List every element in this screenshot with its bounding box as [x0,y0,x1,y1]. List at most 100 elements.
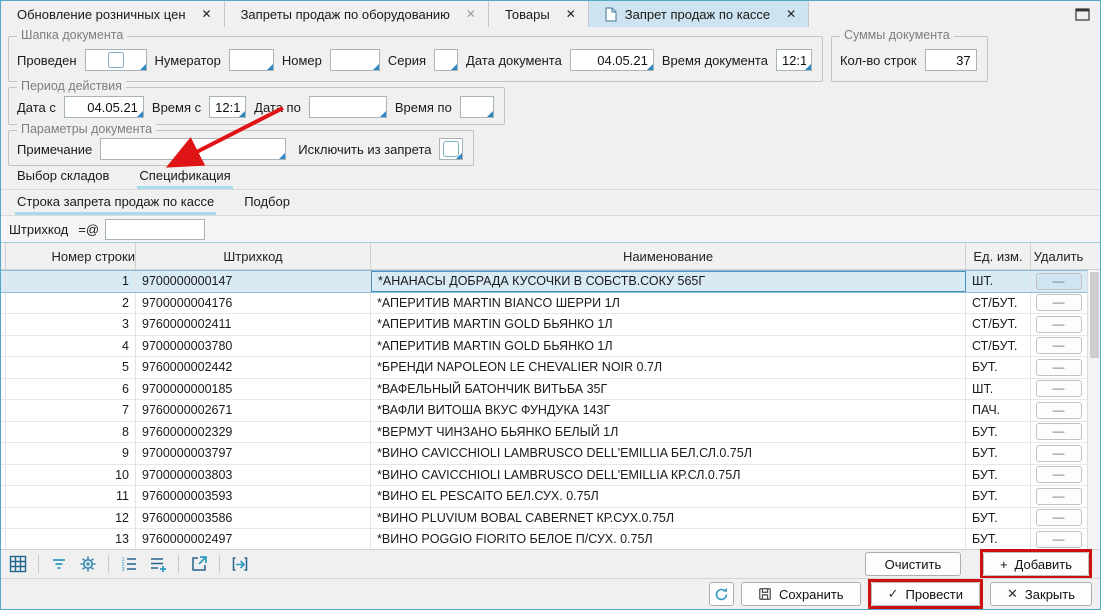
numbered-list-icon[interactable]: 123 [118,553,140,575]
section-tabs: Выбор складов Спецификация [1,166,1100,190]
save-button[interactable]: Сохранить [741,582,861,606]
tab-close-icon[interactable]: ✕ [464,6,478,22]
document-tab[interactable]: Запрет продаж по кассе✕ [589,1,809,27]
note-input[interactable] [100,138,286,160]
section-tab[interactable]: Выбор складов [15,166,111,189]
close-button[interactable]: ✕ Закрыть [990,582,1092,606]
table-row[interactable]: 109700000003803*ВИНО CAVICCHIOLI LAMBRUS… [1,465,1100,487]
export-icon[interactable] [188,553,210,575]
spec-tab[interactable]: Строка запрета продаж по кассе [15,192,216,215]
delete-row-button[interactable]: — [1036,488,1082,505]
exclude-label: Исключить из запрета [296,142,433,157]
doc-date-input[interactable] [570,49,654,71]
document-icon [605,7,617,22]
delete-row-button[interactable]: — [1036,445,1082,462]
table-row[interactable]: 69700000000185*ВАФЕЛЬНЫЙ БАТОНЧИК ВИТЬБА… [1,379,1100,401]
exclude-field[interactable] [439,138,463,160]
tab-close-icon[interactable]: ✕ [564,6,578,22]
col-header-delete[interactable]: Удалить [1031,243,1086,269]
unit-cell: БУТ. [966,357,1031,378]
reload-icon[interactable] [229,553,251,575]
scrollbar-thumb[interactable] [1090,272,1099,358]
table-row[interactable]: 49700000003780*АПЕРИТИВ MARTIN GOLD БЬЯН… [1,336,1100,358]
proveden-field[interactable] [85,49,147,71]
tab-close-icon[interactable]: ✕ [784,6,798,22]
nomer-input[interactable] [330,49,380,71]
line-number-cell: 4 [6,336,136,357]
table-row[interactable]: 59760000002442*БРЕНДИ NAPOLEON LE CHEVAL… [1,357,1100,379]
table-row[interactable]: 79760000002671*ВАФЛИ ВИТОША ВКУС ФУНДУКА… [1,400,1100,422]
table-row[interactable]: 119760000003593*ВИНО EL PESCAITO БЕЛ.СУХ… [1,486,1100,508]
window-maximize-icon[interactable] [1071,3,1093,25]
delete-row-button[interactable]: — [1036,359,1082,376]
delete-row-button[interactable]: — [1036,509,1082,526]
post-button-highlight: ✓ Провести [868,579,983,609]
line-number-cell: 7 [6,400,136,421]
numerator-input[interactable] [229,49,274,71]
refresh-button[interactable] [709,582,734,606]
time-to-label: Время по [393,100,454,115]
document-tab[interactable]: Товары✕ [489,1,589,27]
table-row[interactable]: 139760000002497*ВИНО POGGIO FIORITO БЕЛО… [1,529,1100,549]
barcode-cell: 9760000002329 [136,422,371,443]
line-number-cell: 13 [6,529,136,549]
row-count-input[interactable] [925,49,977,71]
delete-cell: — [1031,422,1086,443]
post-button[interactable]: ✓ Провести [871,582,980,606]
table-row[interactable]: 39760000002411*АПЕРИТИВ MARTIN GOLD БЬЯН… [1,314,1100,336]
delete-cell: — [1031,508,1086,529]
gear-icon[interactable] [77,553,99,575]
unit-cell: БУТ. [966,465,1031,486]
delete-row-button[interactable]: — [1036,466,1082,483]
name-cell: *АНАНАСЫ ДОБРАДА КУСОЧКИ В СОБСТВ.СОКУ 5… [371,271,966,292]
delete-row-button[interactable]: — [1036,337,1082,354]
exclude-checkbox[interactable] [443,141,459,157]
col-header-line-number[interactable]: Номер строки [6,243,136,269]
seriya-input[interactable] [434,49,458,71]
table-row[interactable]: 29700000004176*АПЕРИТИВ MARTIN BIANCO ШЕ… [1,293,1100,315]
tab-close-icon[interactable]: ✕ [200,6,214,22]
delete-row-button[interactable]: — [1036,423,1082,440]
doc-time-input[interactable] [776,49,812,71]
delete-row-button[interactable]: — [1036,380,1082,397]
time-from-input[interactable] [209,96,246,118]
note-label: Примечание [15,142,94,157]
date-from-input[interactable] [64,96,144,118]
delete-row-button[interactable]: — [1036,316,1082,333]
proveden-checkbox[interactable] [108,52,124,68]
barcode-cell: 9700000003780 [136,336,371,357]
table-row[interactable]: 19700000000147*АНАНАСЫ ДОБРАДА КУСОЧКИ В… [1,270,1100,293]
clear-button[interactable]: Очистить [865,552,961,576]
table-row[interactable]: 99700000003797*ВИНО CAVICCHIOLI LAMBRUSC… [1,443,1100,465]
delete-row-button[interactable]: — [1036,402,1082,419]
add-lines-icon[interactable] [147,553,169,575]
delete-cell: — [1031,271,1086,292]
table-grid-icon[interactable] [7,553,29,575]
barcode-filter-input[interactable] [105,219,205,240]
barcode-cell: 9700000000147 [136,271,371,292]
name-cell: *ВИНО CAVICCHIOLI LAMBRUSCO DELL'EMILLIA… [371,465,966,486]
unit-cell: СТ/БУТ. [966,314,1031,335]
col-header-unit[interactable]: Ед. изм. [966,243,1031,269]
add-button[interactable]: + Добавить [983,552,1089,576]
filter-icon[interactable] [48,553,70,575]
date-to-input[interactable] [309,96,387,118]
vertical-scrollbar[interactable] [1087,270,1100,549]
col-header-name[interactable]: Наименование [371,243,966,269]
delete-row-button[interactable]: — [1036,273,1082,290]
line-number-cell: 1 [6,271,136,292]
table-row[interactable]: 129760000003586*ВИНО PLUVIUM BOBAL CABER… [1,508,1100,530]
spec-tab[interactable]: Подбор [242,192,292,215]
section-tab[interactable]: Спецификация [137,166,232,189]
time-to-input[interactable] [460,96,494,118]
unit-cell: БУТ. [966,508,1031,529]
name-cell: *ВИНО PLUVIUM BOBAL CABERNET КР.СУХ.0.75… [371,508,966,529]
document-tab[interactable]: Запреты продаж по оборудованию✕ [225,1,489,27]
row-count-label: Кол-во строк [838,53,919,68]
table-body: 19700000000147*АНАНАСЫ ДОБРАДА КУСОЧКИ В… [1,270,1100,549]
table-row[interactable]: 89760000002329*ВЕРМУТ ЧИНЗАНО БЬЯНКО БЕЛ… [1,422,1100,444]
delete-row-button[interactable]: — [1036,294,1082,311]
document-tab[interactable]: Обновление розничных цен✕ [1,1,225,27]
col-header-barcode[interactable]: Штрихкод [136,243,371,269]
delete-row-button[interactable]: — [1036,531,1082,548]
